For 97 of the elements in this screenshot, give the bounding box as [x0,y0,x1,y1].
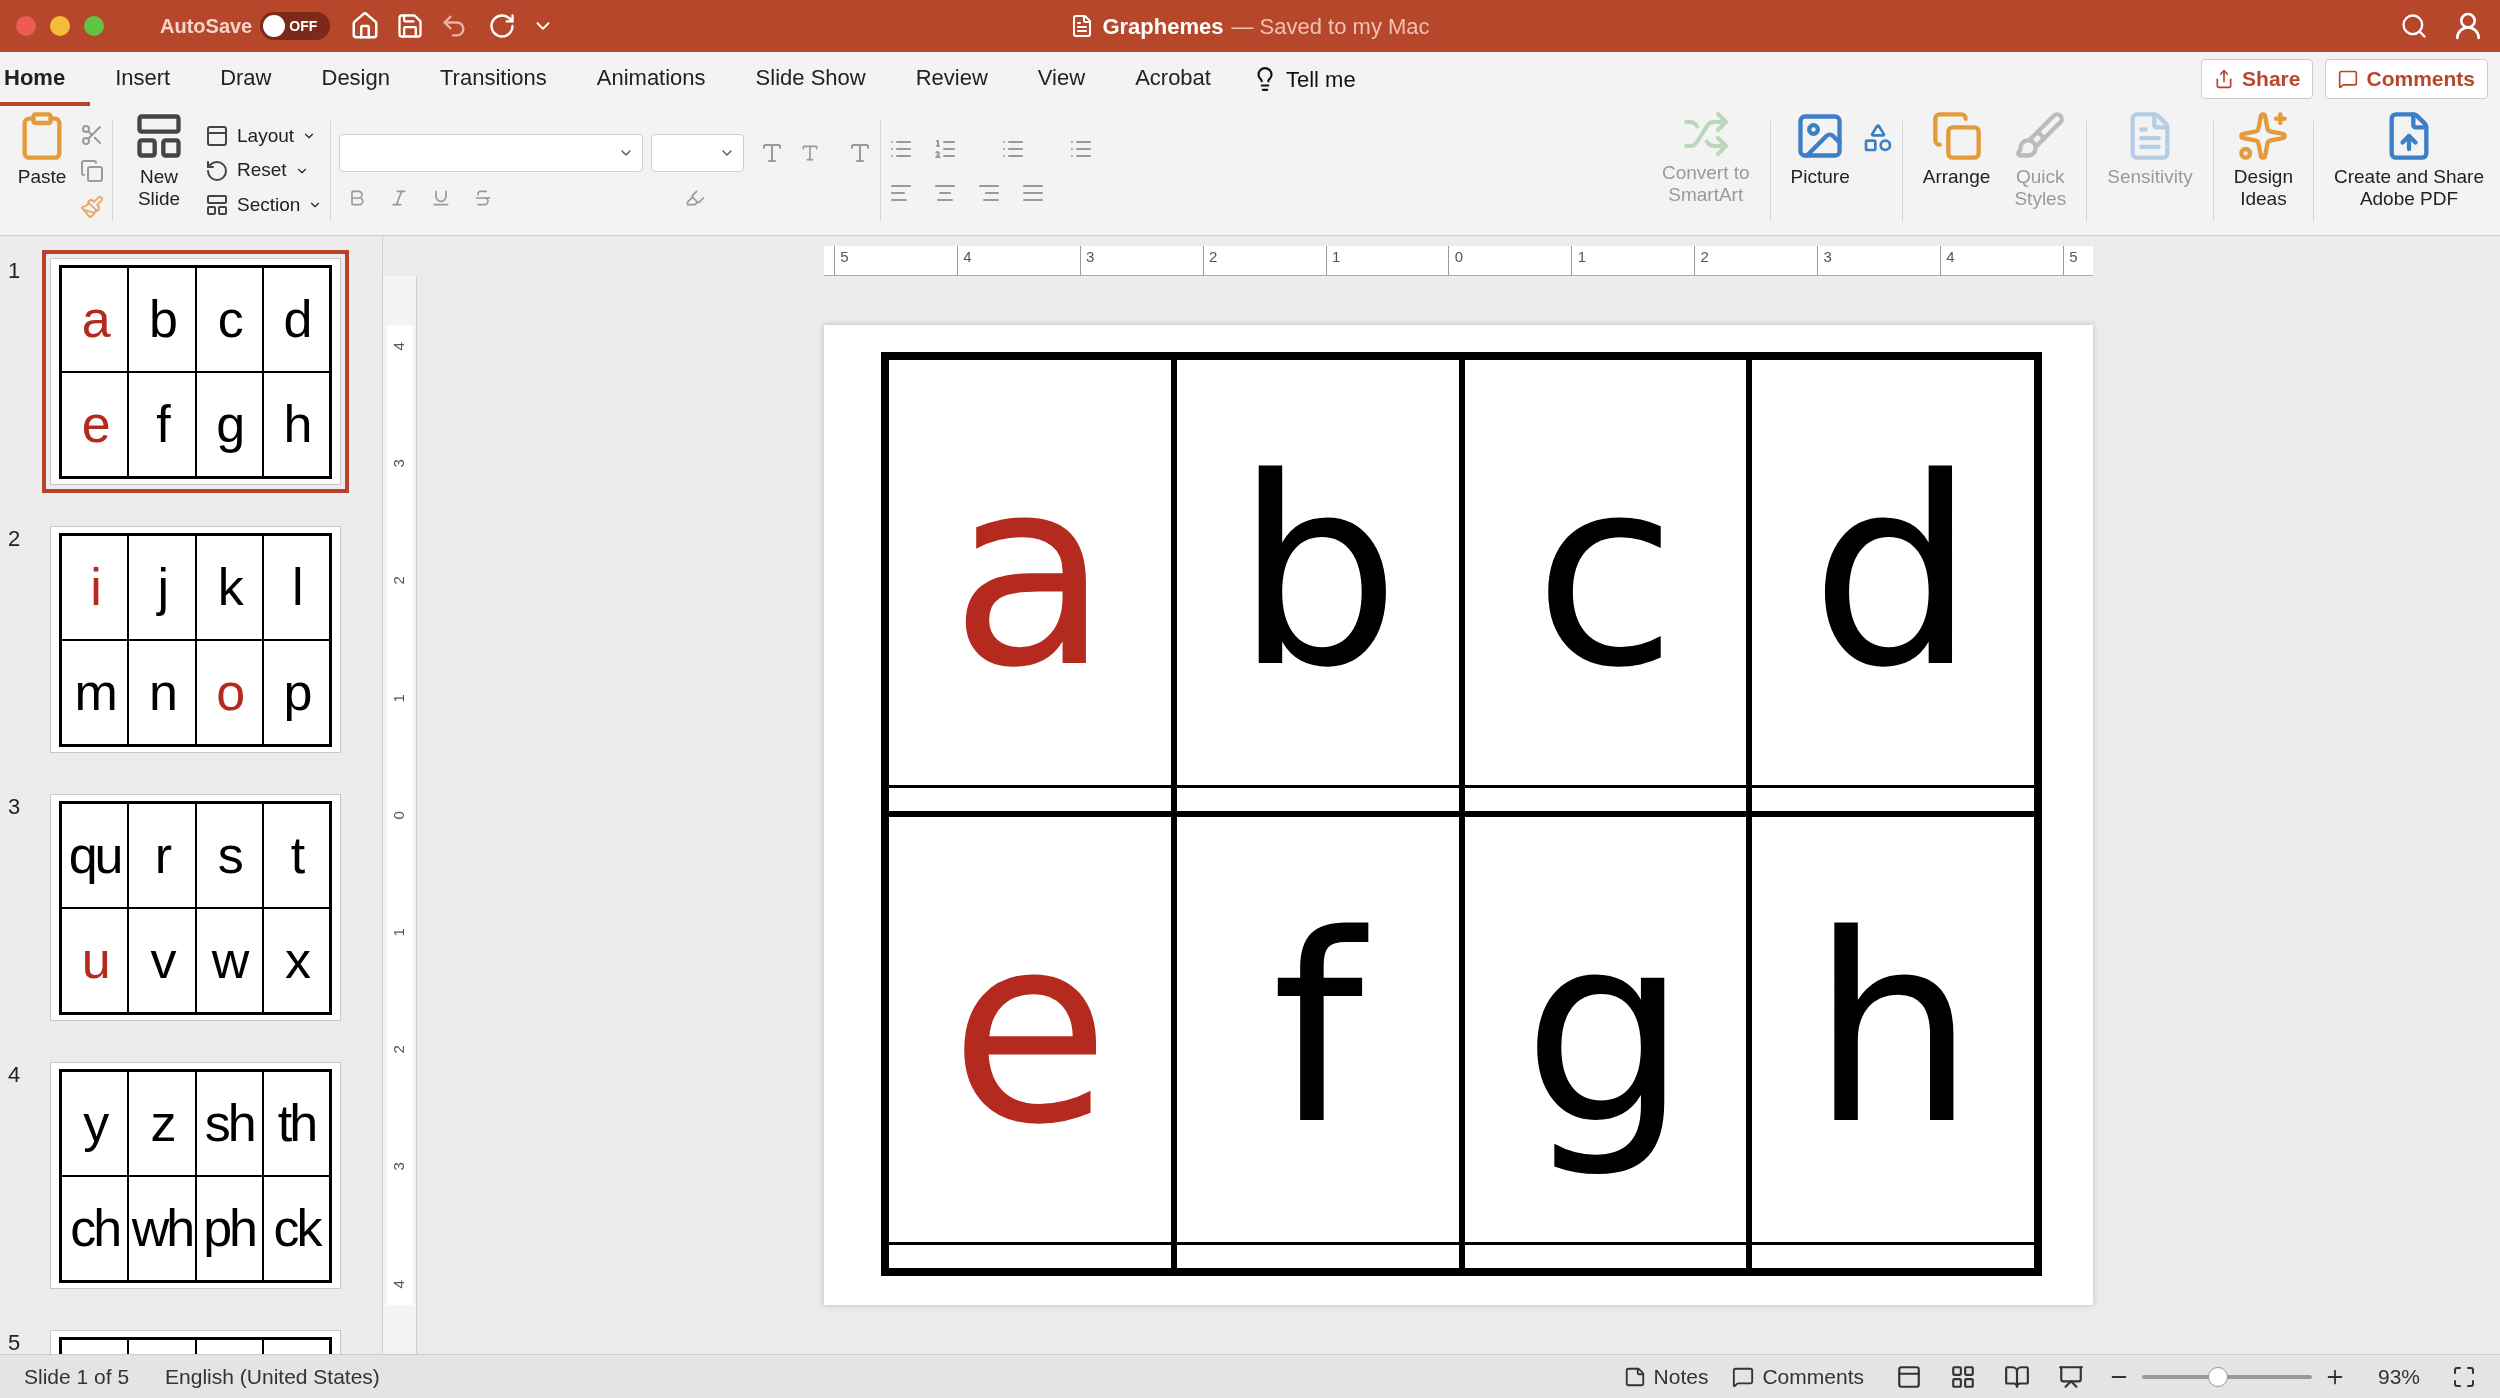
grapheme: n [148,666,175,718]
grapheme: b [1234,420,1402,726]
vertical-ruler: 4 3 2 1 0 1 2 3 4 [386,325,413,1305]
grapheme: g [1521,877,1689,1183]
grapheme: s [217,829,241,881]
share-button[interactable]: Share [2201,59,2314,99]
slide-option-button[interactable]: Reset [205,156,323,185]
grapheme: z [150,1097,174,1149]
ribbon-tab[interactable]: Acrobat [1110,52,1236,106]
slideshow-icon[interactable] [2057,1363,2084,1390]
notes-button[interactable]: Notes [1623,1360,1709,1393]
copy-icon[interactable] [80,158,104,183]
format-painter-icon[interactable] [80,194,104,219]
speech-bubble-icon [1732,1365,1755,1388]
slide-option-button[interactable]: Layout [205,121,323,151]
grapheme: ck [273,1202,320,1254]
font-size-field[interactable] [651,133,745,172]
minimize-icon[interactable] [50,16,70,36]
language-status: English (United States) [165,1363,380,1390]
ribbon-tab[interactable]: Animations [571,52,731,106]
design-ideas-button[interactable]: Design Ideas [2221,106,2305,235]
grapheme: h [283,398,310,450]
fit-slide-icon[interactable] [2452,1364,2476,1389]
grapheme: u [81,934,108,986]
ribbon-tab[interactable]: View [1012,52,1111,106]
ribbon-tab[interactable]: Slide Show [730,52,891,106]
grapheme: c [1532,420,1678,726]
slide-sorter-icon[interactable] [1949,1363,1976,1390]
grapheme: h [1809,877,1977,1183]
ribbon-tab[interactable]: Insert [90,52,196,106]
paste-button[interactable]: Paste [4,106,80,235]
zoom-thumb[interactable] [2208,1366,2229,1387]
share-icon [2214,69,2235,89]
normal-view-icon[interactable] [1895,1363,1922,1390]
ribbon-tab[interactable]: Design [296,52,415,106]
grapheme: a [949,420,1111,726]
ribbon-tab[interactable]: Draw [195,52,297,106]
grapheme: x [284,934,308,986]
search-icon[interactable] [2400,12,2428,40]
zoom-slider[interactable] [2141,1365,2312,1388]
grapheme: th [277,1097,316,1149]
new-slide-button[interactable]: New Slide [121,106,197,235]
comments-status-button[interactable]: Comments [1732,1360,1864,1393]
grapheme: l [292,561,301,613]
speech-bubble-icon [2338,69,2359,89]
adobe-pdf-button[interactable]: Create and Share Adobe PDF [2322,106,2496,235]
grapheme: b [148,293,175,345]
document-title: Graphemes [1102,12,1224,41]
reading-view-icon[interactable] [2003,1363,2030,1390]
zoom-percent: 93% [2377,1363,2420,1390]
highlight-icon[interactable] [685,187,706,208]
maximize-icon[interactable] [84,16,104,36]
slide-counter: Slide 1 of 5 [24,1363,130,1390]
grapheme: d [283,293,310,345]
slide-option-button[interactable]: Section [205,190,323,220]
tell-me-field[interactable]: Tell me [1235,52,1372,106]
ribbon-tab[interactable]: Transitions [415,52,572,106]
grapheme: e [81,398,108,450]
ribbon-tab[interactable]: Review [890,52,1013,106]
slide-number: 3 [8,793,22,821]
autosave-toggle[interactable]: OFF [260,12,331,40]
grapheme: a [81,293,108,345]
slide-number: 4 [8,1061,22,1089]
slide-number: 2 [8,525,22,553]
autosave-label: AutoSave [160,14,253,39]
save-icon[interactable] [396,12,425,40]
grapheme: ch [70,1202,120,1254]
grapheme: f [1247,873,1388,1186]
grapheme: r [154,829,170,881]
grapheme: m [74,666,115,718]
grapheme: w [211,934,247,986]
slide-thumbnail[interactable]: a b c d e f g h [42,250,349,493]
font-name-field[interactable] [339,133,644,172]
grapheme: f [156,398,168,450]
grapheme: v [150,934,174,986]
slide-number: 1 [8,257,22,285]
grapheme: d [1809,420,1977,726]
horizontal-ruler: 5 4 3 2 1 0 1 2 3 4 5 [824,246,2093,276]
grapheme: i [90,561,99,613]
grapheme: o [216,666,243,718]
grapheme: wh [131,1202,193,1254]
redo-icon[interactable] [488,12,517,40]
grapheme: t [290,829,303,881]
picture-button[interactable]: Picture [1778,106,1862,235]
cut-icon[interactable] [80,122,104,147]
arrange-button[interactable]: Arrange [1910,106,2003,235]
home-icon[interactable] [350,11,381,41]
arrange-icon [1930,110,1983,162]
grapheme: c [217,293,241,345]
comments-button[interactable]: Comments [2325,59,2488,99]
notes-icon [1623,1365,1646,1388]
grapheme: e [948,877,1111,1183]
grapheme: k [217,561,241,613]
grapheme: sh [204,1097,254,1149]
slide-number: 5 [8,1329,22,1354]
close-icon[interactable] [16,16,36,36]
save-status: — Saved to my Mac [1231,12,1430,41]
